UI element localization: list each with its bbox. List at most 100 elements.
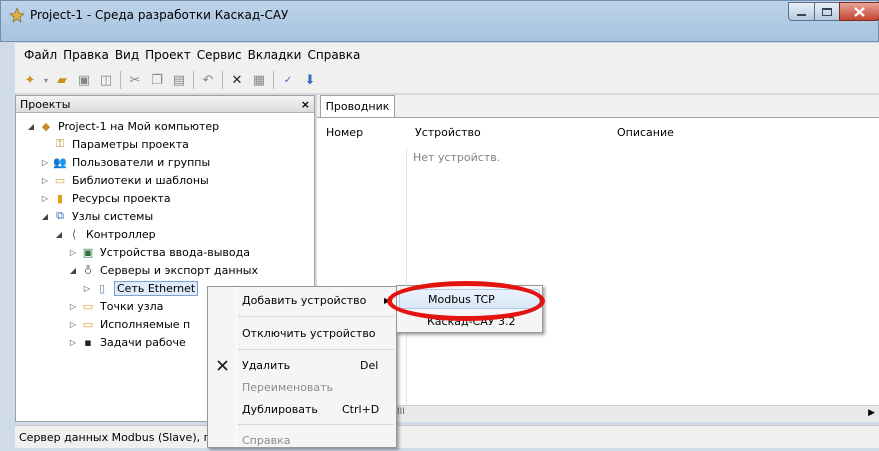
collapse-arrow-icon[interactable]: ◢ — [26, 122, 36, 131]
expand-arrow-icon[interactable]: ▷ — [40, 194, 50, 203]
tree-node-icon: ⟨ — [71, 227, 77, 241]
menu-item-duplicate[interactable]: Дублировать Ctrl+D — [208, 398, 396, 420]
save-all-icon[interactable]: ◫ — [95, 70, 117, 90]
toolbar-separator — [222, 71, 223, 89]
minimize-button[interactable] — [788, 2, 815, 21]
menu-separator — [238, 349, 394, 350]
delete-icon[interactable]: ✕ — [226, 70, 248, 90]
menu-item-delete[interactable]: Удалить Del — [208, 354, 396, 376]
column-device[interactable]: Устройство — [415, 126, 481, 139]
scrollbar-thumb-grip[interactable]: III — [397, 407, 405, 417]
empty-message: Нет устройств. — [413, 151, 501, 164]
menu-help[interactable]: Справка — [304, 48, 363, 62]
tree-item-label: Библиотеки и шаблоны — [72, 173, 209, 187]
menu-separator — [238, 424, 394, 425]
horizontal-scrollbar[interactable]: III ▶ — [317, 405, 879, 422]
tree-node-icon: ♁ — [83, 263, 93, 277]
tree-node-icon: ▭ — [54, 173, 66, 187]
menu-item-disable-device[interactable]: Отключить устройство — [208, 322, 396, 344]
menu-service[interactable]: Сервис — [194, 48, 245, 62]
device-list: Номер Устройство Описание Нет устройств.… — [317, 117, 879, 422]
help-label: Справка — [242, 433, 291, 447]
tree-item[interactable]: ▷ 👥 Пользователи и группы — [40, 153, 210, 171]
context-menu: Добавить устройство ▶ Отключить устройст… — [207, 286, 397, 448]
tree-item-label: Исполняемые п — [100, 317, 191, 331]
collapse-arrow-icon[interactable]: ◢ — [54, 230, 64, 239]
tree-item[interactable]: ◢ ♁ Серверы и экспорт данных — [68, 261, 258, 279]
tree-node-icon: ▣ — [82, 245, 94, 259]
maximize-button[interactable] — [814, 2, 840, 21]
rename-label: Переименовать — [242, 380, 334, 394]
expand-arrow-icon[interactable]: ▷ — [68, 338, 78, 347]
save-icon[interactable]: ▣ — [73, 70, 95, 90]
expand-arrow-icon[interactable]: ▷ — [68, 302, 78, 311]
app-icon — [9, 7, 25, 23]
menu-edit[interactable]: Правка — [60, 48, 112, 62]
tree-node-icon: ▮ — [56, 191, 64, 205]
close-icon — [854, 6, 865, 17]
tree-item[interactable]: ◢ ⧉ Узлы системы — [40, 207, 153, 225]
menu-tabs[interactable]: Вкладки — [245, 48, 305, 62]
title-bar: Project-1 - Среда разработки Каскад-САУ — [0, 0, 879, 42]
tree-item[interactable]: ⚿ Параметры проекта — [40, 135, 189, 153]
tree-item[interactable]: ▷ ▭ Точки узла — [68, 297, 163, 315]
menu-separator — [238, 316, 394, 317]
column-number[interactable]: Номер — [326, 126, 363, 139]
tree-node-icon: 👥 — [53, 155, 67, 169]
tree-item[interactable]: ▷ ▪ Задачи рабоче — [68, 333, 186, 351]
tree-node-icon: ▭ — [82, 299, 94, 313]
tree-node-icon: ⧉ — [56, 209, 64, 222]
tree-item[interactable]: ▷ ▭ Исполняемые п — [68, 315, 190, 333]
expand-arrow-icon[interactable]: ▷ — [40, 176, 50, 185]
scroll-right-icon[interactable]: ▶ — [868, 408, 875, 418]
expand-arrow-icon[interactable]: ▷ — [40, 158, 50, 167]
tree-item-label: Project-1 на Мой компьютер — [58, 119, 220, 133]
menu-view[interactable]: Вид — [112, 48, 142, 62]
open-folder-icon[interactable]: ▰ — [51, 70, 73, 90]
properties-icon[interactable]: ▦ — [248, 70, 270, 90]
expand-arrow-icon[interactable]: ▷ — [68, 248, 78, 257]
close-button[interactable] — [839, 2, 879, 21]
delete-shortcut: Del — [360, 358, 379, 372]
tree-item-label: Контроллер — [86, 227, 156, 241]
menu-item-add-device[interactable]: Добавить устройство ▶ — [208, 289, 396, 311]
tree-item[interactable]: ▷ ▮ Ресурсы проекта — [40, 189, 171, 207]
tree-item[interactable]: ▷ ▣ Устройства ввода-вывода — [68, 243, 250, 261]
expand-arrow-icon[interactable]: ▷ — [82, 284, 92, 293]
spellcheck-icon[interactable]: ✓ — [277, 70, 299, 90]
pane-close-icon[interactable]: × — [301, 98, 310, 111]
tree-item[interactable]: ◢ ⟨ Контроллер — [54, 225, 156, 243]
menu-item-rename[interactable]: Переименовать — [208, 376, 396, 398]
cut-icon[interactable]: ✂ — [124, 70, 146, 90]
dropdown-icon[interactable]: ▾ — [41, 70, 51, 90]
tree-item[interactable]: ◢ ◆ Project-1 на Мой компьютер — [26, 117, 219, 135]
tree-node-icon: ▯ — [98, 281, 106, 295]
paste-icon[interactable]: ▤ — [168, 70, 190, 90]
copy-icon[interactable]: ❐ — [146, 70, 168, 90]
menu-file[interactable]: Файл — [21, 48, 60, 62]
download-icon[interactable]: ⬇ — [299, 70, 321, 90]
expand-arrow-icon[interactable]: ▷ — [68, 320, 78, 329]
delete-label: Удалить — [242, 358, 291, 372]
tree-item-label: Задачи рабоче — [100, 335, 186, 349]
tree-item-label: Сеть Ethernet — [114, 280, 199, 296]
menu-project[interactable]: Проект — [142, 48, 194, 62]
tree-item-label: Точки узла — [100, 299, 164, 313]
tree-item[interactable]: ▷ ▯ Сеть Ethernet — [82, 279, 199, 297]
toolbar-separator — [120, 71, 121, 89]
tree-node-icon: ⚿ — [55, 137, 65, 150]
delete-x-icon — [217, 359, 228, 371]
new-icon[interactable]: ✦ — [19, 70, 41, 90]
column-description[interactable]: Описание — [617, 126, 674, 139]
highlight-ring — [387, 281, 545, 321]
collapse-arrow-icon[interactable]: ◢ — [40, 212, 50, 221]
tree-item[interactable]: ▷ ▭ Библиотеки и шаблоны — [40, 171, 209, 189]
status-text: Сервер данных Modbus (Slave), пр — [19, 430, 218, 444]
explorer-pane: Проводник Номер Устройство Описание Нет … — [317, 95, 879, 422]
tree-item-label: Параметры проекта — [72, 137, 189, 151]
column-divider — [406, 148, 407, 408]
collapse-arrow-icon[interactable]: ◢ — [68, 266, 78, 275]
undo-icon[interactable]: ↶ — [197, 70, 219, 90]
tab-explorer[interactable]: Проводник — [320, 95, 395, 117]
toolbar-separator — [273, 71, 274, 89]
